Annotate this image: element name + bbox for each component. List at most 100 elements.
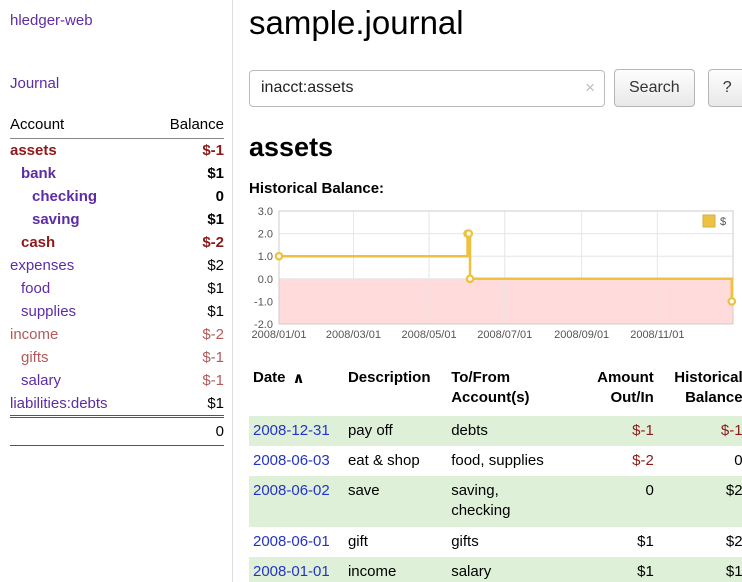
accounts-header-balance: Balance [148, 114, 224, 139]
sidebar-account-balance: 0 [148, 185, 224, 208]
transaction-amount: $-1 [581, 416, 657, 446]
account-row: supplies $1 [10, 300, 224, 323]
account-row: expenses $2 [10, 254, 224, 277]
sidebar-account-link[interactable]: supplies [21, 303, 76, 320]
sidebar-account-balance: $-1 [148, 369, 224, 392]
chart-data-point [729, 298, 735, 304]
register-row: 2008-06-01giftgifts$1$2 [249, 527, 742, 557]
transaction-accounts: food, supplies [447, 446, 581, 476]
transaction-accounts: gifts [447, 527, 581, 557]
register-table: Date∧ Description To/From Account(s) Amo… [249, 366, 742, 582]
chart-title: Historical Balance: [249, 180, 742, 197]
sidebar-item-journal[interactable]: Journal [10, 75, 224, 92]
transaction-accounts: salary [447, 557, 581, 582]
sort-ascending-icon: ∧ [293, 370, 305, 387]
svg-text:3.0: 3.0 [258, 206, 273, 218]
register-header-balance: Historical Balance [658, 366, 742, 416]
help-button[interactable]: ? [708, 69, 742, 107]
transaction-balance: $2 [658, 476, 742, 527]
transaction-date-cell: 2008-06-01 [249, 527, 344, 557]
sidebar-account-link[interactable]: checking [32, 188, 97, 205]
transaction-date-cell: 2008-12-31 [249, 416, 344, 446]
clear-search-icon[interactable]: × [585, 78, 595, 98]
accounts-table: Account Balance assets $-1 bank $1 checking 0… [10, 114, 224, 446]
sidebar-account-link[interactable]: bank [21, 165, 56, 182]
sidebar-account-balance: $-1 [148, 346, 224, 369]
accounts-total-balance: 0 [148, 417, 224, 446]
transaction-date-link[interactable]: 2008-06-01 [253, 533, 330, 550]
account-row: checking 0 [10, 185, 224, 208]
sidebar-account-balance: $2 [148, 254, 224, 277]
search-input[interactable] [249, 70, 605, 107]
sidebar-account-balance: $-2 [148, 323, 224, 346]
account-row: bank $1 [10, 162, 224, 185]
transaction-date-link[interactable]: 2008-06-02 [253, 482, 330, 499]
accounts-header-row: Account Balance [10, 114, 224, 139]
transaction-description: gift [344, 527, 447, 557]
sidebar-account-balance: $-1 [148, 139, 224, 163]
svg-text:0.0: 0.0 [258, 274, 273, 286]
svg-text:2008/05/01: 2008/05/01 [402, 329, 457, 341]
accounts-total-row: 0 [10, 417, 224, 446]
transaction-date-link[interactable]: 2008-12-31 [253, 422, 330, 439]
register-header-amount: Amount Out/In [581, 366, 657, 416]
register-header-date[interactable]: Date ∧ [249, 366, 344, 416]
sidebar-account-link[interactable]: food [21, 280, 50, 297]
transaction-date-link[interactable]: 2008-06-03 [253, 452, 330, 469]
register-header-date-label: Date [253, 369, 286, 386]
svg-text:2008/11/01: 2008/11/01 [630, 329, 684, 341]
account-row: liabilities:debts $1 [10, 392, 224, 417]
svg-text:$: $ [720, 216, 726, 228]
svg-text:2008/07/01: 2008/07/01 [477, 329, 532, 341]
account-row: assets $-1 [10, 139, 224, 163]
transaction-date-cell: 2008-06-02 [249, 476, 344, 527]
transaction-date-link[interactable]: 2008-01-01 [253, 563, 330, 580]
svg-text:2.0: 2.0 [258, 229, 273, 241]
sidebar-account-link[interactable]: liabilities:debts [10, 395, 108, 412]
register-row: 2008-12-31pay offdebts$-1$-1 [249, 416, 742, 446]
account-row: income $-2 [10, 323, 224, 346]
sidebar-account-balance: $1 [148, 300, 224, 323]
register-header-row: Date∧ Description To/From Account(s) Amo… [249, 366, 742, 416]
transaction-balance: $1 [658, 557, 742, 582]
account-row: saving $1 [10, 208, 224, 231]
sidebar-account-link[interactable]: expenses [10, 257, 74, 274]
accounts-header-account: Account [10, 114, 148, 139]
chart-svg: 3.02.01.00.0-1.0-2.02008/01/012008/03/01… [249, 206, 736, 348]
sidebar-account-link[interactable]: saving [32, 211, 80, 228]
svg-text:2008/09/01: 2008/09/01 [554, 329, 609, 341]
transaction-description: eat & shop [344, 446, 447, 476]
sidebar-account-link[interactable]: assets [10, 142, 57, 159]
transaction-date-cell: 2008-06-03 [249, 446, 344, 476]
sidebar-account-link[interactable]: gifts [21, 349, 49, 366]
transaction-description: pay off [344, 416, 447, 446]
sidebar-account-balance: $1 [148, 208, 224, 231]
account-row: food $1 [10, 277, 224, 300]
svg-text:2008/03/01: 2008/03/01 [326, 329, 381, 341]
transaction-amount: 0 [581, 476, 657, 527]
account-row: cash$-2 [10, 231, 224, 254]
brand-link[interactable]: hledger-web [10, 12, 224, 29]
chart-data-point [466, 230, 472, 236]
chart-data-point [276, 253, 282, 259]
transaction-date-cell: 2008-01-01 [249, 557, 344, 582]
sidebar-account-balance: $1 [148, 162, 224, 185]
sidebar-account-link[interactable]: salary [21, 372, 61, 389]
transaction-balance: 0 [658, 446, 742, 476]
sidebar-account-balance: $1 [148, 277, 224, 300]
svg-text:1.0: 1.0 [258, 251, 273, 263]
app-root: hledger-web Journal Account Balance asse… [0, 0, 742, 582]
register-header-account: To/From Account(s) [447, 366, 581, 416]
sidebar-account-link[interactable]: income [10, 326, 58, 343]
sidebar-account-link[interactable]: cash [21, 234, 55, 251]
search-bar: × Search ? [249, 69, 742, 107]
account-row: gifts $-1 [10, 346, 224, 369]
chart-legend: $ [699, 213, 731, 230]
sidebar-account-balance: $1 [148, 392, 224, 417]
transaction-amount: $1 [581, 557, 657, 582]
sidebar: hledger-web Journal Account Balance asse… [0, 0, 233, 582]
transaction-balance: $2 [658, 527, 742, 557]
search-button[interactable]: Search [614, 69, 695, 107]
svg-text:2008/01/01: 2008/01/01 [251, 329, 306, 341]
historical-balance-chart: 3.02.01.00.0-1.0-2.02008/01/012008/03/01… [249, 206, 742, 353]
